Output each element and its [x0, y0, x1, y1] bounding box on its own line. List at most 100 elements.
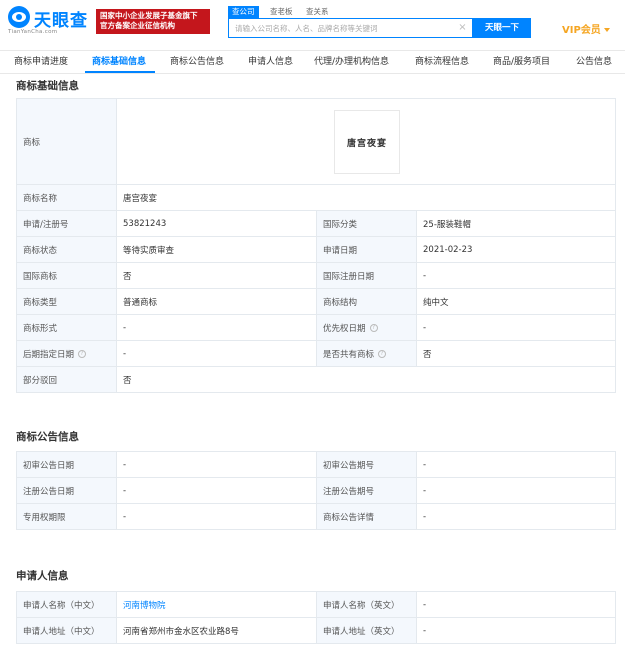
field-label: 注册公告期号: [316, 477, 417, 504]
search-box: ×: [228, 18, 473, 38]
field-label-with-help: 是否共有商标?: [316, 340, 417, 367]
field-value: -: [415, 262, 617, 289]
basic-info-title: 商标基础信息: [16, 80, 79, 92]
field-value: -: [416, 617, 616, 644]
applicant-name-link[interactable]: 河南博物院: [123, 601, 166, 611]
field-value: 普通商标: [116, 288, 317, 315]
field-label: 商标结构: [316, 288, 417, 315]
caret-down-icon: [603, 28, 610, 32]
trademark-image[interactable]: 唐宫夜宴: [334, 109, 400, 174]
table-row: 商标状态 等待实质审查 申请日期 2021-02-23: [16, 236, 617, 263]
field-value: -: [116, 477, 317, 504]
tab-announcement-info[interactable]: 商标公告信息: [170, 51, 224, 73]
field-label: 商标类型: [16, 288, 117, 315]
field-value: -: [415, 314, 617, 341]
field-label: 专用权期限: [16, 503, 117, 530]
field-value: 否: [116, 262, 317, 289]
certification-banner: 国家中小企业发展子基金旗下 官方备案企业征信机构: [96, 9, 210, 34]
tab-process-info[interactable]: 商标流程信息: [415, 51, 469, 73]
field-label: 注册公告日期: [16, 477, 117, 504]
tianyancha-logo[interactable]: 天眼查 TianYanCha.com: [8, 6, 92, 36]
table-row: 部分驳回 否: [16, 366, 617, 393]
field-label: 申请人名称（英文）: [316, 591, 417, 618]
field-label: 部分驳回: [16, 366, 117, 393]
field-value: -: [416, 591, 616, 618]
search-button[interactable]: 天眼一下: [473, 18, 531, 38]
table-row: 申请人地址（中文） 河南省郑州市金水区农业路8号 申请人地址（英文） -: [16, 617, 616, 644]
field-label: 优先权日期: [323, 323, 366, 334]
applicant-info-table: 申请人名称（中文） 河南博物院 申请人名称（英文） - 申请人地址（中文） 河南…: [16, 591, 616, 644]
table-row: 商标形式 - 优先权日期? -: [16, 314, 617, 341]
vip-label: VIP会员: [562, 25, 601, 36]
field-label: 申请/注册号: [16, 210, 117, 237]
search-tab-relation[interactable]: 查关系: [306, 6, 329, 18]
field-value: 河南省郑州市金水区农业路8号: [116, 617, 317, 644]
field-label: 国际商标: [16, 262, 117, 289]
banner-line-2: 官方备案企业征信机构: [100, 21, 175, 30]
search-tab-boss[interactable]: 查老板: [270, 6, 293, 18]
tab-applicant-info[interactable]: 申请人信息: [248, 51, 293, 73]
field-label: 初审公告期号: [316, 451, 417, 478]
basic-info-table: 商标 唐宫夜宴 商标名称 唐宫夜宴 申请/注册号 53821243 国际分类 2…: [16, 98, 617, 393]
field-label: 商标公告详情: [316, 503, 417, 530]
field-label: 国际注册日期: [316, 262, 417, 289]
tab-basic-info[interactable]: 商标基础信息: [92, 51, 146, 73]
table-row: 商标类型 普通商标 商标结构 纯中文: [16, 288, 617, 315]
field-label-with-help: 后期指定日期?: [16, 340, 117, 367]
table-row: 商标名称 唐宫夜宴: [16, 184, 617, 211]
field-value: 否: [415, 340, 617, 367]
field-value: 53821243: [116, 210, 317, 237]
field-value: -: [116, 340, 317, 367]
table-row: 申请/注册号 53821243 国际分类 25-服装鞋帽: [16, 210, 617, 237]
table-row: 注册公告日期 - 注册公告期号 -: [16, 477, 616, 504]
field-label: 国际分类: [316, 210, 417, 237]
applicant-name-link-cell: 河南博物院: [116, 591, 317, 618]
clear-icon[interactable]: ×: [458, 23, 467, 33]
table-row: 国际商标 否 国际注册日期 -: [16, 262, 617, 289]
tab-goods-services[interactable]: 商品/服务项目: [493, 51, 550, 73]
table-row: 后期指定日期? - 是否共有商标? 否: [16, 340, 617, 367]
field-value: 唐宫夜宴: [115, 184, 617, 211]
trademark-label: 商标: [16, 98, 117, 185]
table-row: 专用权期限 - 商标公告详情 -: [16, 503, 616, 530]
field-value: -: [116, 314, 317, 341]
vip-member-menu[interactable]: VIP会员: [562, 21, 610, 36]
field-label-with-help: 优先权日期?: [316, 314, 417, 341]
field-label: 申请日期: [316, 236, 417, 263]
section-nav: 商标申请进度 商标基础信息 商标公告信息 申请人信息 代理/办理机构信息 商标流…: [0, 50, 625, 74]
field-value: -: [116, 503, 317, 530]
announcement-info-title: 商标公告信息: [16, 431, 79, 443]
field-label: 商标状态: [16, 236, 117, 263]
field-value: -: [116, 451, 317, 478]
logo-subtitle: TianYanCha.com: [8, 29, 58, 35]
trademark-image-text: 唐宫夜宴: [346, 138, 387, 149]
field-label: 商标形式: [16, 314, 117, 341]
eye-logo-icon: [8, 6, 30, 28]
search-tab-company[interactable]: 查公司: [228, 6, 259, 18]
field-label: 申请人地址（中文）: [16, 617, 117, 644]
table-row: 初审公告日期 - 初审公告期号 -: [16, 451, 616, 478]
table-row: 申请人名称（中文） 河南博物院 申请人名称（英文） -: [16, 591, 616, 618]
field-value: 2021-02-23: [415, 236, 617, 263]
search-input[interactable]: [229, 19, 454, 37]
help-icon[interactable]: ?: [378, 350, 387, 358]
applicant-info-title: 申请人信息: [16, 570, 69, 582]
field-value: -: [416, 451, 616, 478]
field-value: 25-服装鞋帽: [415, 210, 617, 237]
field-label: 初审公告日期: [16, 451, 117, 478]
tab-application-progress[interactable]: 商标申请进度: [14, 51, 68, 73]
help-icon[interactable]: ?: [369, 324, 378, 332]
field-value: -: [416, 503, 616, 530]
tab-notice-info[interactable]: 公告信息: [576, 51, 612, 73]
table-row: 商标 唐宫夜宴: [16, 98, 617, 185]
top-header: 天眼查 TianYanCha.com 国家中小企业发展子基金旗下 官方备案企业征…: [0, 0, 625, 44]
field-value: 纯中文: [415, 288, 617, 315]
field-label: 申请人名称（中文）: [16, 591, 117, 618]
trademark-image-cell: 唐宫夜宴: [115, 98, 617, 185]
active-tab-indicator: [85, 71, 155, 73]
tab-agency-info[interactable]: 代理/办理机构信息: [314, 51, 389, 73]
field-value: 否: [115, 366, 617, 393]
help-icon[interactable]: ?: [78, 350, 87, 358]
field-label: 是否共有商标: [323, 349, 375, 360]
field-value: 等待实质审查: [116, 236, 317, 263]
